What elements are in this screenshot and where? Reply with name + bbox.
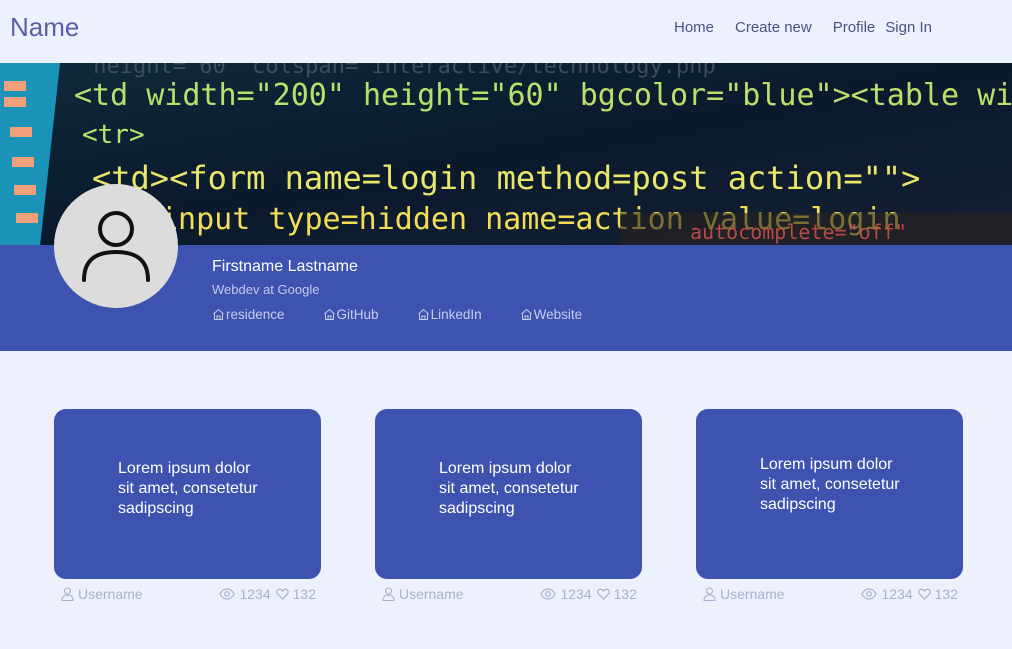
svg-text:"height="60" colspan= interac: "height="60" colspan= interactive/techno…	[80, 63, 716, 79]
avatar[interactable]	[54, 184, 178, 308]
post-stats: 1234 132	[861, 586, 958, 602]
post-card-text: Lorem ipsum dolor sit amet, consetetur s…	[439, 460, 579, 517]
user-icon	[82, 211, 150, 282]
profile-link-label: Website	[533, 307, 583, 322]
eye-icon	[219, 588, 236, 600]
profile-links: residence GitHub LinkedIn Website	[212, 307, 582, 322]
post-card-text: Lorem ipsum dolor sit amet, consetetur s…	[118, 460, 258, 517]
profile-link-label: residence	[226, 307, 285, 322]
nav-link-create-new[interactable]: Create new	[735, 19, 812, 36]
user-icon	[703, 587, 716, 601]
website-icon	[520, 308, 532, 320]
code-line-2: <tr>	[82, 120, 145, 150]
view-count: 1234	[239, 586, 271, 602]
code-line-3: <td><form name=login method=post action=…	[92, 159, 920, 197]
like-count: 132	[613, 586, 637, 602]
nav-link-sign-in[interactable]: Sign In	[885, 19, 932, 36]
post-card-3[interactable]: Lorem ipsum dolor sit amet, consetetur s…	[696, 409, 963, 579]
profile-link-website[interactable]: Website	[520, 307, 583, 322]
code-line-1: <td width="200" height="60" bgcolor="blu…	[74, 78, 1012, 113]
view-count: 1234	[881, 586, 913, 602]
heart-icon[interactable]	[596, 588, 610, 600]
profile-role: Webdev at Google	[212, 282, 320, 297]
post-stats: 1234 132	[540, 586, 637, 602]
profile-link-github[interactable]: GitHub	[323, 307, 379, 322]
post-stats: 1234 132	[219, 586, 316, 602]
post-author[interactable]: Username	[703, 586, 785, 602]
nav-link-profile[interactable]: Profile	[833, 19, 876, 36]
svg-text:autocomplete="off": autocomplete="off"	[690, 220, 907, 244]
profile-link-residence[interactable]: residence	[212, 307, 285, 322]
post-author-name: Username	[399, 586, 464, 602]
profile-link-label: GitHub	[336, 307, 379, 322]
post-card-meta-2: Username 1234 132	[375, 586, 642, 606]
post-card-meta-1: Username 1234 132	[54, 586, 321, 606]
post-card-text: Lorem ipsum dolor sit amet, consetetur s…	[760, 456, 900, 513]
user-icon	[61, 587, 74, 601]
brand-logo[interactable]: Name	[10, 12, 79, 43]
profile-link-linkedin[interactable]: LinkedIn	[417, 307, 482, 322]
like-count: 132	[934, 586, 958, 602]
profile-name: Firstname Lastname	[212, 258, 358, 275]
residence-icon	[213, 308, 224, 320]
heart-icon[interactable]	[917, 588, 931, 600]
post-author[interactable]: Username	[61, 586, 143, 602]
post-author-name: Username	[78, 586, 143, 602]
nav-link-home[interactable]: Home	[674, 19, 714, 36]
view-count: 1234	[560, 586, 592, 602]
eye-icon	[540, 588, 557, 600]
github-icon	[323, 308, 335, 320]
linkedin-icon	[417, 308, 429, 320]
nav-links: Home Create new Profile Sign In	[674, 19, 932, 36]
profile-link-label: LinkedIn	[430, 307, 482, 322]
top-navbar: Name Home Create new Profile Sign In	[0, 0, 1012, 63]
like-count: 132	[292, 586, 316, 602]
post-card-2[interactable]: Lorem ipsum dolor sit amet, consetetur s…	[375, 409, 642, 579]
post-card-1[interactable]: Lorem ipsum dolor sit amet, consetetur s…	[54, 409, 321, 579]
heart-icon[interactable]	[275, 588, 289, 600]
eye-icon	[861, 588, 878, 600]
post-author-name: Username	[720, 586, 785, 602]
user-icon	[382, 587, 395, 601]
post-author[interactable]: Username	[382, 586, 464, 602]
post-card-meta-3: Username 1234 132	[696, 586, 963, 606]
